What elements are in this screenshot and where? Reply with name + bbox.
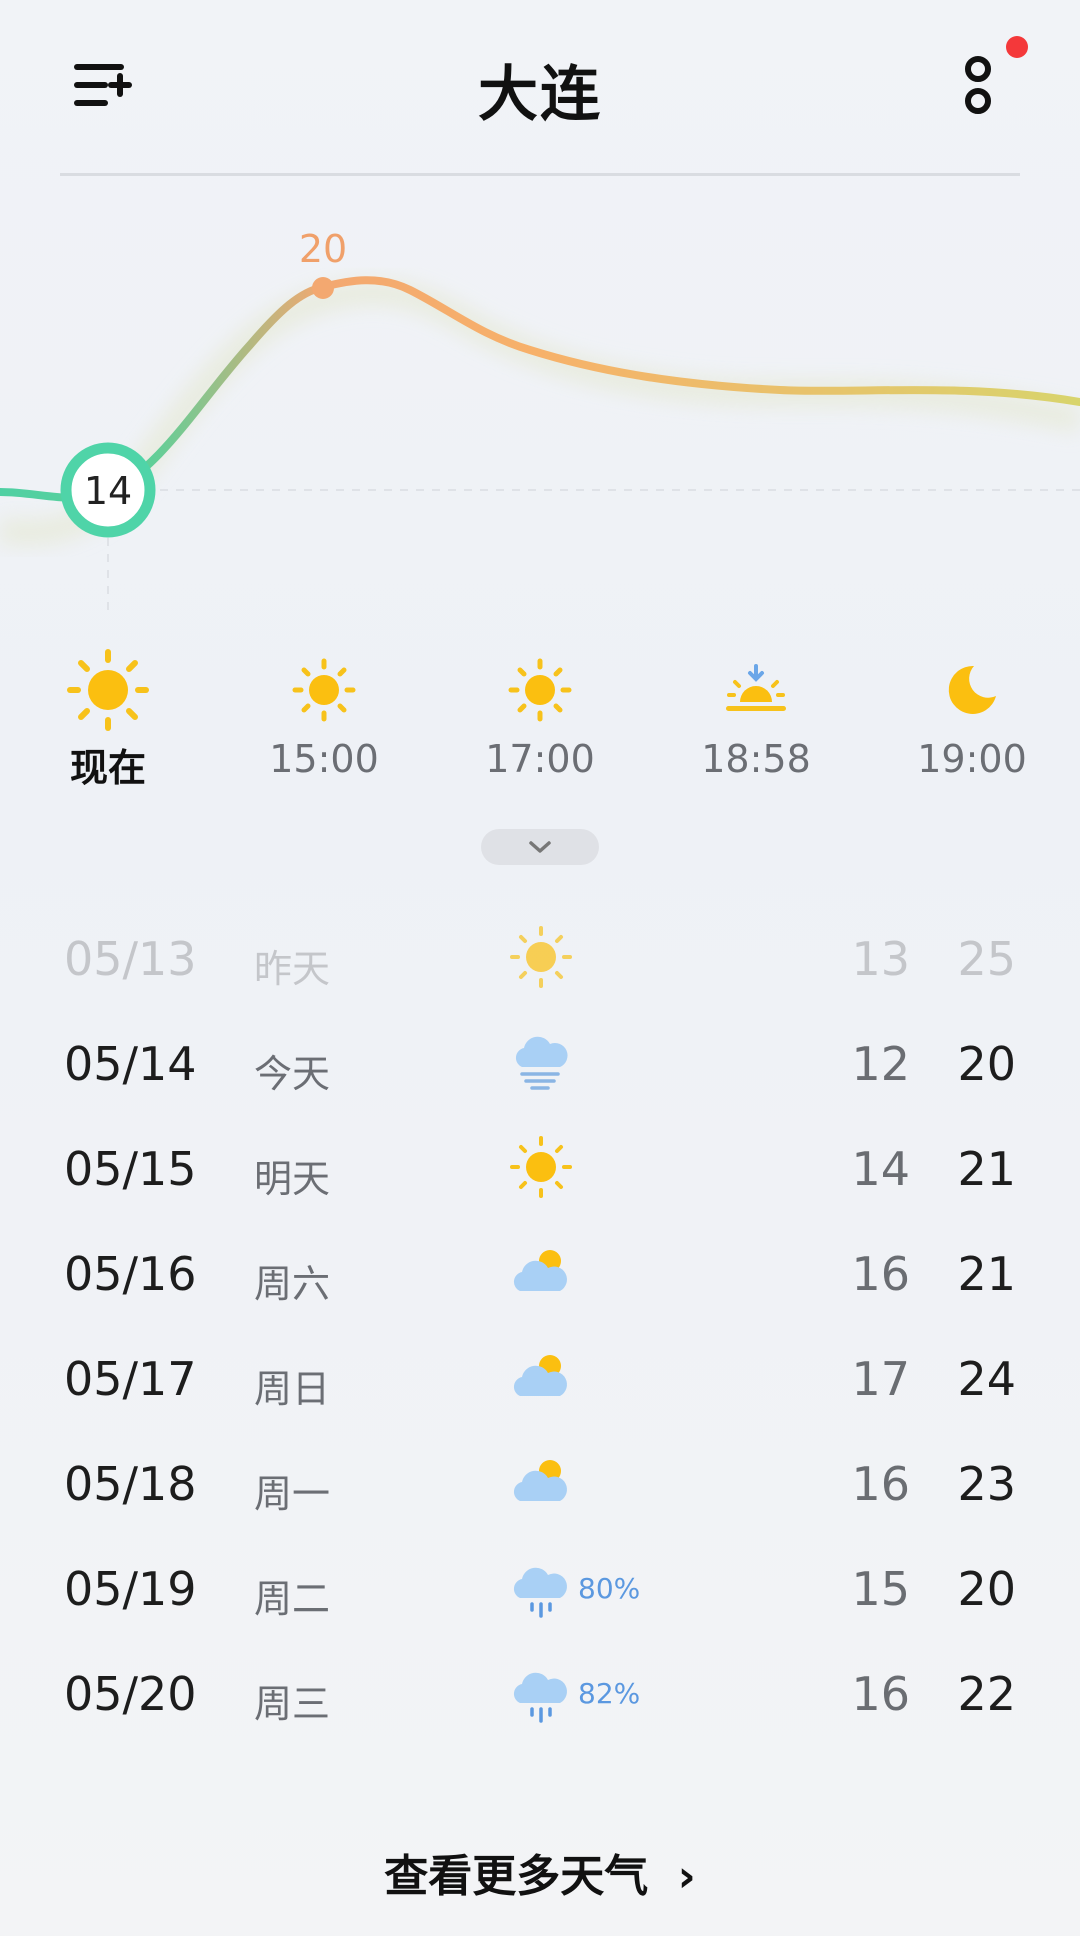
sunny-icon [508,1134,574,1200]
day-name: 昨天 [254,947,331,991]
day-row[interactable]: 05/16 周六 16 21 [0,1225,1080,1325]
hour-item-now[interactable]: 现在 [38,645,178,792]
day-row[interactable]: 05/15 明天 14 21 [0,1120,1080,1220]
temperature-curve [0,276,1080,502]
chevron-down-icon [529,841,551,853]
day-row[interactable]: 05/13 昨天 13 25 [0,910,1080,1010]
precipitation-chance: 80% [578,1572,641,1605]
hour-item-1900[interactable]: 19:00 [902,645,1042,781]
day-low-temp: 16 [851,1457,910,1511]
day-low-temp: 14 [851,1142,910,1196]
peak-point [312,277,334,299]
day-high-temp: 20 [957,1562,1016,1616]
partly-cloudy-icon [508,1449,574,1515]
peak-temp-label: 20 [299,227,347,271]
day-name: 周一 [254,1472,331,1516]
day-low-temp: 16 [851,1667,910,1721]
hour-item-1700[interactable]: 17:00 [470,645,610,781]
day-low-temp: 13 [851,932,910,986]
partly-cloudy-icon [508,1344,574,1410]
notification-dot [1006,36,1028,58]
hour-label: 15:00 [269,737,379,781]
day-date: 05/17 [64,1352,197,1406]
hour-item-1500[interactable]: 15:00 [254,645,394,781]
day-low-temp: 15 [851,1562,910,1616]
chevron-right-icon: › [677,1851,696,1902]
more-weather-label: 查看更多天气 [384,1851,649,1902]
rain-icon [508,1554,574,1620]
day-row[interactable]: 05/18 周一 16 23 [0,1435,1080,1535]
day-high-temp: 21 [957,1247,1016,1301]
day-high-temp: 20 [957,1037,1016,1091]
partly-cloudy-icon [508,1239,574,1305]
day-date: 05/19 [64,1562,197,1616]
hour-item-sunset[interactable]: 18:58 [686,645,826,781]
day-high-temp: 21 [957,1142,1016,1196]
more-weather-link[interactable]: 查看更多天气 › [0,1840,1080,1904]
day-date: 05/14 [64,1037,197,1091]
hourly-temperature-chart: 20 14 [0,227,1080,610]
precipitation-chance: 82% [578,1677,641,1710]
hour-label: 18:58 [701,737,811,781]
more-menu-button[interactable] [960,54,996,118]
hour-label: 现在 [69,746,146,790]
day-name: 周二 [254,1577,331,1621]
day-low-temp: 17 [851,1352,910,1406]
day-low-temp: 16 [851,1247,910,1301]
expand-button[interactable] [481,829,599,865]
day-date: 05/16 [64,1247,197,1301]
day-row[interactable]: 05/19 周二 80% 15 20 [0,1540,1080,1640]
day-high-temp: 24 [957,1352,1016,1406]
fog-icon [508,1029,574,1095]
curve-shadow [0,278,1080,546]
sun-icon [470,645,610,735]
day-high-temp: 22 [957,1667,1016,1721]
day-high-temp: 23 [957,1457,1016,1511]
hour-label: 19:00 [917,737,1027,781]
day-row[interactable]: 05/20 周三 82% 16 22 [0,1645,1080,1745]
sunny-icon [508,924,574,990]
now-temp-label: 14 [84,469,132,513]
day-low-temp: 12 [851,1037,910,1091]
day-date: 05/13 [64,932,197,986]
header: 大连 [0,0,1080,176]
sunset-icon [686,645,826,735]
day-name: 周六 [254,1262,331,1306]
rain-icon [508,1659,574,1725]
day-date: 05/18 [64,1457,197,1511]
day-name: 今天 [254,1052,331,1096]
day-name: 周日 [254,1367,331,1411]
day-date: 05/20 [64,1667,197,1721]
sun-icon [38,645,178,735]
day-row[interactable]: 05/14 今天 12 20 [0,1015,1080,1115]
hour-label: 17:00 [485,737,595,781]
moon-icon [902,645,1042,735]
day-high-temp: 25 [957,932,1016,986]
day-date: 05/15 [64,1142,197,1196]
header-divider [60,173,1020,176]
day-name: 明天 [254,1157,331,1201]
more-icon [965,56,991,114]
sun-icon [254,645,394,735]
day-row[interactable]: 05/17 周日 17 24 [0,1330,1080,1430]
day-name: 周三 [254,1682,331,1726]
page-title: 大连 [478,60,602,130]
